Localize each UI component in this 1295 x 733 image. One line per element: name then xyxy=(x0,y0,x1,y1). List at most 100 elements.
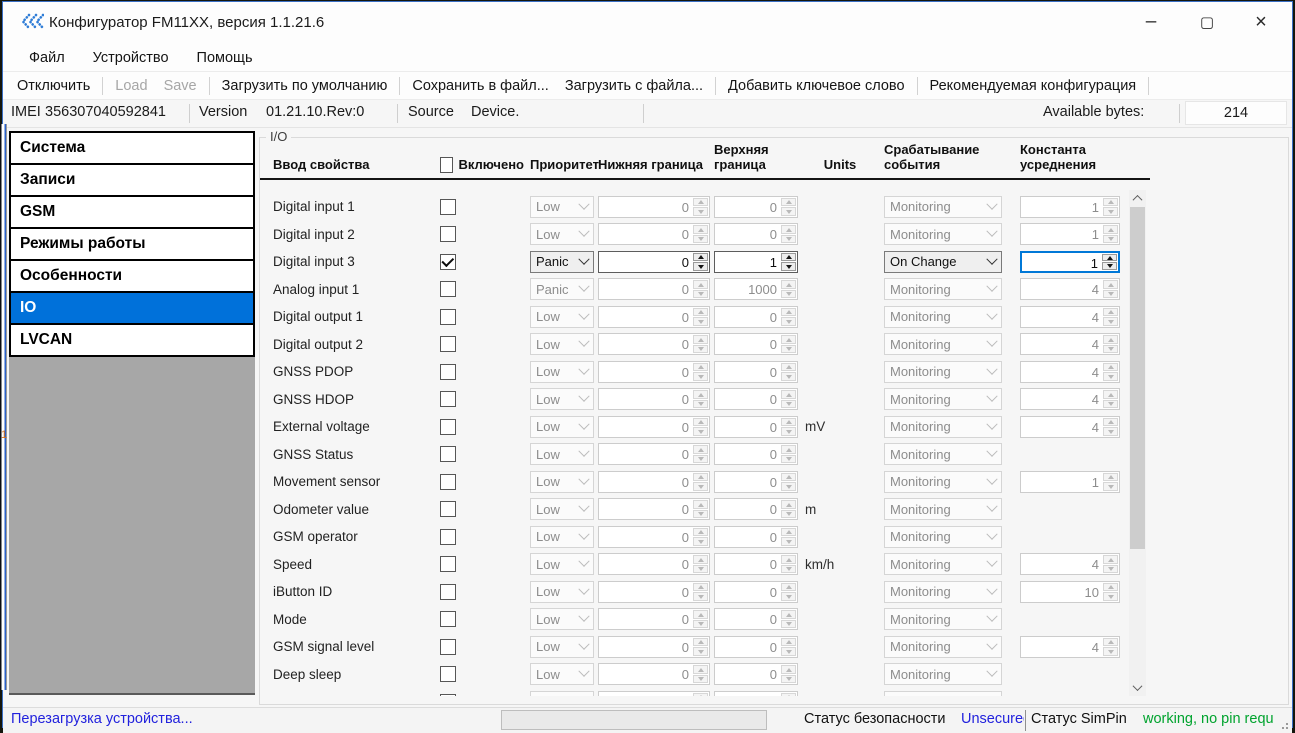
avg-constant-input[interactable]: 1 xyxy=(1020,251,1120,273)
max-value-input: 0 xyxy=(714,471,798,493)
min-value-input: 0 xyxy=(598,691,710,696)
sidebar-item-gsm[interactable]: GSM xyxy=(9,195,255,229)
spin-down-button[interactable] xyxy=(781,262,796,271)
sidebar-item-features[interactable]: Особенности xyxy=(9,259,255,293)
row-enabled-checkbox[interactable] xyxy=(440,254,456,270)
row-units-label: km/h xyxy=(802,557,884,572)
vertical-scrollbar[interactable] xyxy=(1129,190,1146,696)
row-enabled-checkbox[interactable] xyxy=(440,446,456,462)
avg-constant-input: 4 xyxy=(1020,388,1120,410)
avg-constant-value: 4 xyxy=(1021,417,1102,437)
scrollbar-thumb[interactable] xyxy=(1130,207,1145,549)
max-value-input[interactable]: 1 xyxy=(714,251,798,273)
priority-select[interactable]: Panic xyxy=(530,251,594,273)
enable-all-checkbox[interactable] xyxy=(440,157,453,173)
min-value-input: 0 xyxy=(598,278,710,300)
row-enabled-checkbox[interactable] xyxy=(440,584,456,600)
row-enabled-checkbox[interactable] xyxy=(440,529,456,545)
chevron-down-icon xyxy=(986,198,997,209)
priority-value: Low xyxy=(536,502,560,517)
row-enabled-checkbox[interactable] xyxy=(440,474,456,490)
menu-item-device[interactable]: Устройство xyxy=(93,50,169,66)
row-enabled-checkbox[interactable] xyxy=(440,336,456,352)
toolbar-button-load-from-file[interactable]: Загрузить с файла... xyxy=(557,78,711,94)
row-enabled-checkbox[interactable] xyxy=(440,391,456,407)
row-enabled-checkbox[interactable] xyxy=(440,639,456,655)
spin-up-button xyxy=(693,390,708,399)
minimize-button[interactable]: – xyxy=(1128,2,1174,42)
spin-up-button xyxy=(781,638,796,647)
chevron-down-icon xyxy=(578,638,589,649)
row-enabled-checkbox[interactable] xyxy=(440,666,456,682)
row-enabled-checkbox[interactable] xyxy=(440,199,456,215)
spin-up-button xyxy=(1103,280,1118,289)
toolbar-separator xyxy=(917,77,918,95)
spin-up-button xyxy=(693,500,708,509)
spin-down-button[interactable] xyxy=(1102,262,1117,270)
avg-constant-value: 1 xyxy=(1021,224,1102,244)
row-enabled-checkbox[interactable] xyxy=(440,611,456,627)
priority-value: Low xyxy=(536,584,560,599)
spin-down-button xyxy=(693,620,708,629)
avg-constant-value: 4 xyxy=(1021,334,1102,354)
chevron-down-icon xyxy=(986,693,997,696)
priority-select: Low xyxy=(530,636,594,658)
close-button[interactable]: × xyxy=(1238,2,1284,42)
row-enabled-checkbox[interactable] xyxy=(440,281,456,297)
toolbar-button-recommended-config[interactable]: Рекомендуемая конфигурация xyxy=(922,78,1145,94)
table-row: Digital output 1 Low 0 0 xyxy=(260,303,1150,331)
row-enabled-checkbox[interactable] xyxy=(440,309,456,325)
min-value: 0 xyxy=(599,472,692,492)
chevron-down-icon xyxy=(986,363,997,374)
priority-select: Low xyxy=(530,388,594,410)
max-value-input: 0 xyxy=(714,306,798,328)
min-value-input: 0 xyxy=(598,223,710,245)
row-enabled-checkbox[interactable] xyxy=(440,501,456,517)
spin-down-button[interactable] xyxy=(693,262,708,271)
maximize-button[interactable]: ▢ xyxy=(1184,2,1230,42)
row-property-label: Deep sleep xyxy=(273,661,438,689)
sidebar-item-io[interactable]: IO xyxy=(9,291,255,325)
avg-constant-input: 4 xyxy=(1020,553,1120,575)
spin-up-button[interactable] xyxy=(693,253,708,262)
sidebar: СистемаЗаписиGSMРежимы работыОсобенности… xyxy=(9,131,255,695)
menu-item-help[interactable]: Помощь xyxy=(197,50,253,66)
toolbar-button-add-keyword[interactable]: Добавить ключевое слово xyxy=(720,78,913,94)
event-select: Monitoring xyxy=(884,608,1002,630)
min-value-input: 0 xyxy=(598,636,710,658)
row-enabled-checkbox[interactable] xyxy=(440,419,456,435)
toolbar-button-save: Save xyxy=(156,78,205,94)
row-enabled-checkbox[interactable] xyxy=(440,556,456,572)
spin-up-button[interactable] xyxy=(1102,254,1117,262)
spin-down-button xyxy=(693,647,708,656)
row-enabled-checkbox[interactable] xyxy=(440,694,456,696)
toolbar-button-save-to-file[interactable]: Сохранить в файл... xyxy=(404,78,556,94)
row-enabled-checkbox[interactable] xyxy=(440,226,456,242)
avg-constant-value: 1 xyxy=(1021,197,1102,217)
scroll-up-icon[interactable] xyxy=(1129,190,1146,207)
priority-value: Low xyxy=(536,447,560,462)
toolbar-button-disconnect[interactable]: Отключить xyxy=(9,78,98,94)
spin-up-button xyxy=(781,693,796,696)
sidebar-item-work-modes[interactable]: Режимы работы xyxy=(9,227,255,261)
sidebar-item-lvcan[interactable]: LVCAN xyxy=(9,323,255,357)
sidebar-item-records[interactable]: Записи xyxy=(9,163,255,197)
resize-grip[interactable] xyxy=(1277,718,1289,730)
sidebar-item-system[interactable]: Система xyxy=(9,131,255,165)
spin-up-button[interactable] xyxy=(781,253,796,262)
min-value-input: 0 xyxy=(598,443,710,465)
max-value-input: 0 xyxy=(714,498,798,520)
event-value: Monitoring xyxy=(890,419,951,434)
menu-item-file[interactable]: Файл xyxy=(29,50,65,66)
event-select: Monitoring xyxy=(884,498,1002,520)
spin-down-button xyxy=(693,235,708,244)
table-row: iButton ID Low 0 0 xyxy=(260,578,1150,606)
row-enabled-checkbox[interactable] xyxy=(440,364,456,380)
scroll-down-icon[interactable] xyxy=(1129,679,1146,696)
min-value-input: 0 xyxy=(598,526,710,548)
avg-constant-value: 4 xyxy=(1021,362,1102,382)
event-select[interactable]: On Change xyxy=(884,251,1002,273)
toolbar-button-load-defaults[interactable]: Загрузить по умолчанию xyxy=(214,78,396,94)
device-info-bar: IMEI 356307040592841 Version 01.21.10.Re… xyxy=(3,99,1292,127)
min-value-input[interactable]: 0 xyxy=(598,251,710,273)
